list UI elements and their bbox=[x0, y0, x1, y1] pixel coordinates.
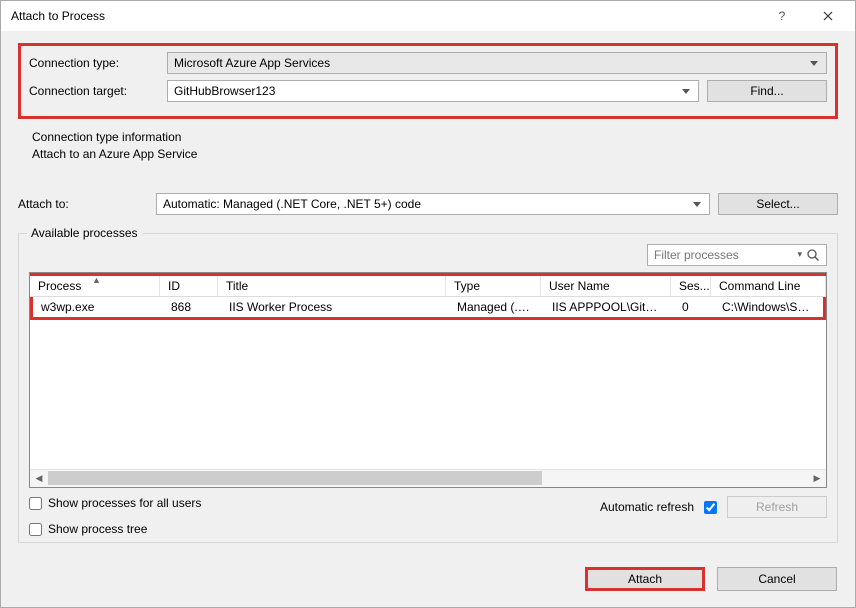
connection-target-label: Connection target: bbox=[29, 84, 159, 98]
col-cmd[interactable]: Command Line bbox=[711, 276, 826, 296]
cell-cmd: C:\Windows\SysW bbox=[714, 300, 823, 314]
filter-placeholder: Filter processes bbox=[654, 248, 739, 262]
window-title: Attach to Process bbox=[11, 9, 759, 23]
show-all-users-checkbox[interactable] bbox=[29, 497, 42, 510]
connection-highlight: Connection type: Microsoft Azure App Ser… bbox=[18, 43, 838, 119]
auto-refresh-checkbox[interactable] bbox=[704, 501, 717, 514]
titlebar: Attach to Process ? bbox=[1, 1, 855, 31]
connection-target-combo[interactable]: GitHubBrowser123 bbox=[167, 80, 699, 102]
info-line1: Connection type information bbox=[32, 129, 838, 146]
scroll-right-icon[interactable]: ▶ bbox=[808, 470, 826, 487]
close-button[interactable] bbox=[805, 2, 851, 30]
attach-to-label: Attach to: bbox=[18, 197, 148, 211]
find-button[interactable]: Find... bbox=[707, 80, 827, 102]
horizontal-scrollbar[interactable]: ◀ ▶ bbox=[30, 469, 826, 487]
col-type[interactable]: Type bbox=[446, 276, 541, 296]
cell-type: Managed (.N... bbox=[449, 300, 544, 314]
attach-to-process-dialog: Attach to Process ? Connection type: Mic… bbox=[0, 0, 856, 608]
available-processes-group: Available processes Filter processes ▾ P… bbox=[18, 233, 838, 543]
attach-button[interactable]: Attach bbox=[585, 567, 705, 591]
process-table: Process▲ ID Title Type User Name Ses... … bbox=[29, 272, 827, 488]
col-id[interactable]: ID bbox=[160, 276, 218, 296]
col-title[interactable]: Title bbox=[218, 276, 446, 296]
connection-info: Connection type information Attach to an… bbox=[32, 129, 838, 163]
connection-type-combo[interactable]: Microsoft Azure App Services bbox=[167, 52, 827, 74]
table-row[interactable]: w3wp.exe 868 IIS Worker Process Managed … bbox=[30, 297, 826, 320]
cell-title: IIS Worker Process bbox=[221, 300, 449, 314]
col-user[interactable]: User Name bbox=[541, 276, 671, 296]
cell-session: 0 bbox=[674, 300, 714, 314]
show-process-tree-label: Show process tree bbox=[48, 522, 147, 536]
table-body: w3wp.exe 868 IIS Worker Process Managed … bbox=[30, 297, 826, 469]
cancel-button[interactable]: Cancel bbox=[717, 567, 837, 591]
dialog-footer: Attach Cancel bbox=[1, 553, 855, 607]
table-header: Process▲ ID Title Type User Name Ses... … bbox=[30, 273, 826, 297]
connection-type-label: Connection type: bbox=[29, 56, 159, 70]
dialog-content: Connection type: Microsoft Azure App Ser… bbox=[1, 31, 855, 553]
attach-to-field[interactable]: Automatic: Managed (.NET Core, .NET 5+) … bbox=[156, 193, 710, 215]
sort-indicator-icon: ▲ bbox=[92, 276, 101, 285]
scroll-thumb[interactable] bbox=[48, 471, 542, 485]
cell-id: 868 bbox=[163, 300, 221, 314]
refresh-button[interactable]: Refresh bbox=[727, 496, 827, 518]
cell-user: IIS APPPOOL\GitHub... bbox=[544, 300, 674, 314]
cell-process: w3wp.exe bbox=[33, 300, 163, 314]
help-button[interactable]: ? bbox=[759, 2, 805, 30]
col-process[interactable]: Process▲ bbox=[30, 276, 160, 296]
show-all-users-label: Show processes for all users bbox=[48, 496, 201, 510]
search-icon bbox=[806, 248, 820, 262]
select-button[interactable]: Select... bbox=[718, 193, 838, 215]
col-session[interactable]: Ses... bbox=[671, 276, 711, 296]
filter-processes-input[interactable]: Filter processes ▾ bbox=[647, 244, 827, 266]
available-processes-legend: Available processes bbox=[27, 226, 142, 240]
show-process-tree-checkbox[interactable] bbox=[29, 523, 42, 536]
connection-target-value: GitHubBrowser123 bbox=[174, 84, 275, 98]
attach-to-value: Automatic: Managed (.NET Core, .NET 5+) … bbox=[163, 197, 421, 211]
scroll-left-icon[interactable]: ◀ bbox=[30, 470, 48, 487]
info-line2: Attach to an Azure App Service bbox=[32, 146, 838, 163]
connection-type-value: Microsoft Azure App Services bbox=[174, 56, 330, 70]
auto-refresh-label: Automatic refresh bbox=[600, 500, 694, 514]
